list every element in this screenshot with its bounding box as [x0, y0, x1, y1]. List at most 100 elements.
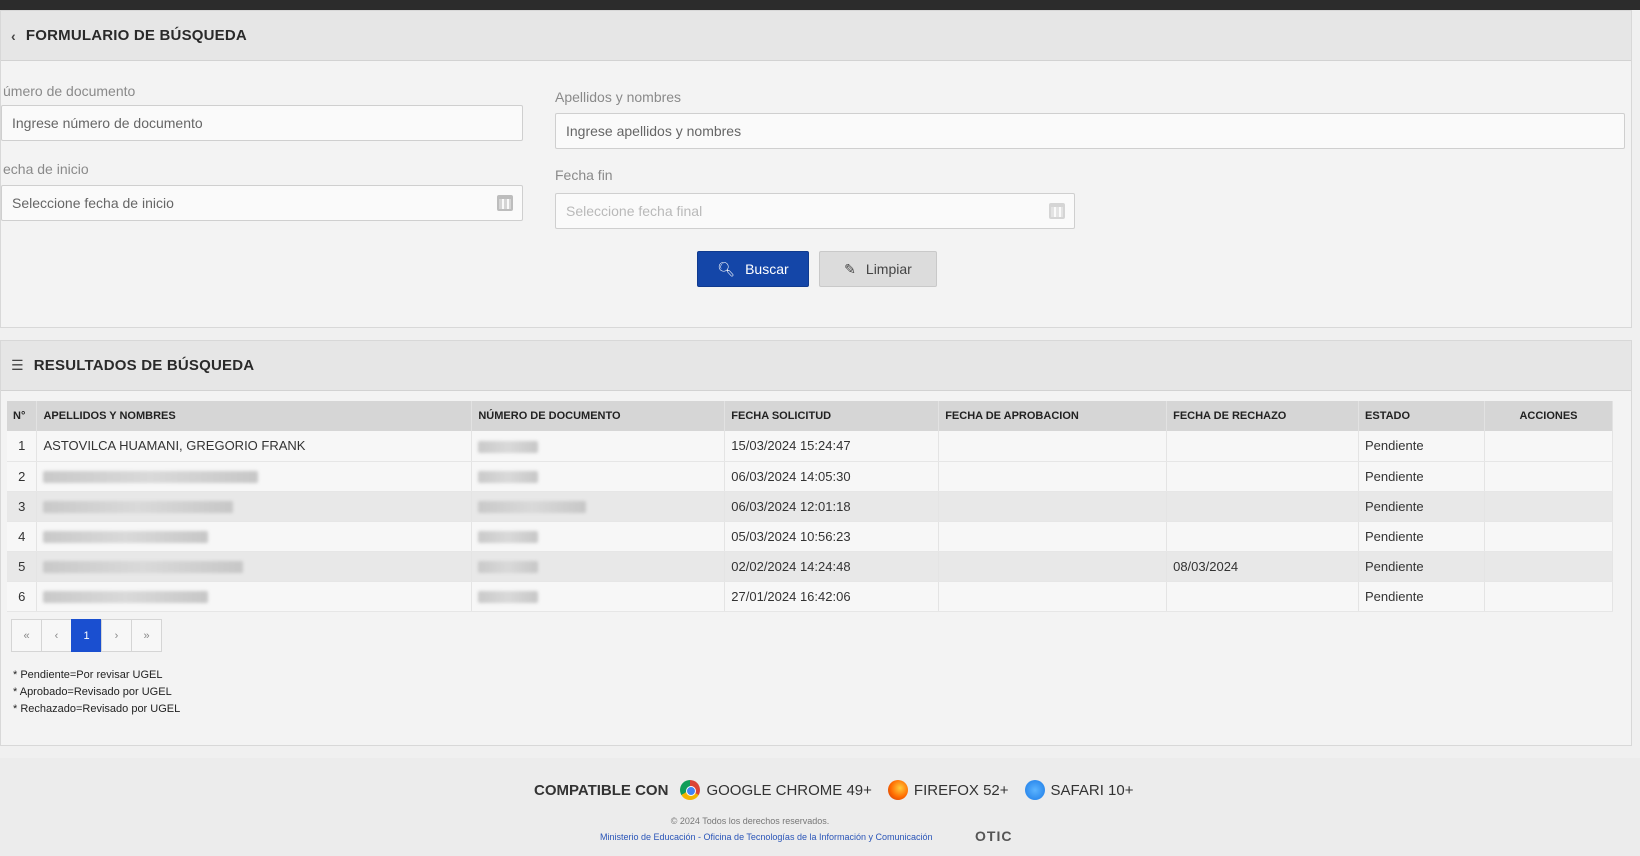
search-form-panel: ‹ FORMULARIO DE BÚSQUEDA úmero de docume… [0, 10, 1632, 328]
cell-rejected [1166, 461, 1360, 492]
table-row: 6 27/01/2024 16:42:06 Pendiente [7, 581, 1614, 612]
cell-approved [938, 551, 1168, 582]
redacted-name [43, 471, 259, 484]
search-form-header: ‹ FORMULARIO DE BÚSQUEDA [1, 11, 1631, 61]
cell-doc [471, 491, 726, 522]
cell-status: Pendiente [1358, 521, 1485, 552]
chevron-left-icon: ‹ [11, 27, 16, 44]
cell-actions[interactable] [1484, 461, 1614, 492]
redacted-name [43, 561, 244, 574]
cell-doc [471, 551, 726, 582]
pagination-page-1[interactable]: 1 [71, 619, 102, 652]
col-header-rejected: FECHA DE RECHAZO [1166, 401, 1360, 431]
cell-name [36, 551, 473, 582]
list-icon: ☰ [11, 357, 24, 373]
results-panel: ☰ RESULTADOS DE BÚSQUEDA N° APELLIDOS Y … [0, 340, 1632, 746]
cell-status: Pendiente [1358, 431, 1485, 462]
col-header-approved: FECHA DE APROBACION [938, 401, 1168, 431]
cell-n: 6 [7, 581, 38, 612]
results-header: ☰ RESULTADOS DE BÚSQUEDA [1, 341, 1631, 391]
col-header-doc: NÚMERO DE DOCUMENTO [471, 401, 726, 431]
pagination-last[interactable]: » [131, 619, 162, 652]
cell-name [36, 581, 473, 612]
cell-status: Pendiente [1358, 551, 1485, 582]
names-label: Apellidos y nombres [555, 89, 682, 105]
browser-chrome: GOOGLE CHROME 49+ [706, 781, 872, 799]
search-form-body: úmero de documento Apellidos y nombres e… [1, 61, 1631, 329]
start-date-label: echa de inicio [3, 161, 89, 177]
clear-button-label: Limpiar [865, 261, 912, 277]
redacted-doc [478, 591, 539, 604]
cell-rejected [1166, 491, 1360, 522]
redacted-name [43, 531, 209, 544]
browser-compatibility: COMPATIBLE CON GOOGLE CHROME 49+ FIREFOX… [534, 780, 1144, 800]
col-header-actions: ACCIONES [1484, 401, 1614, 431]
cell-doc [471, 461, 726, 492]
col-header-status: ESTADO [1358, 401, 1485, 431]
cell-actions[interactable] [1484, 581, 1614, 612]
pagination-first[interactable]: « [11, 619, 42, 652]
firefox-icon [887, 780, 908, 800]
search-button[interactable]: 🔍︎ Buscar [697, 251, 809, 287]
names-input[interactable] [555, 113, 1625, 149]
cell-n: 3 [7, 491, 38, 522]
legend-note: * Rechazado=Revisado por UGEL [13, 703, 181, 715]
redacted-name [43, 591, 209, 604]
table-row: 4 05/03/2024 10:56:23 Pendiente [7, 521, 1614, 552]
end-date-input[interactable] [555, 193, 1075, 229]
table-row: 5 02/02/2024 14:24:48 08/03/2024 Pendien… [7, 551, 1614, 582]
browser-safari: SAFARI 10+ [1050, 781, 1134, 799]
start-date-input[interactable] [1, 185, 523, 221]
search-form-title: FORMULARIO DE BÚSQUEDA [25, 27, 247, 44]
doc-number-input[interactable] [1, 105, 523, 141]
table-header-row: N° APELLIDOS Y NOMBRES NÚMERO DE DOCUMEN… [7, 401, 1614, 431]
cell-doc [471, 521, 726, 552]
cell-doc [471, 431, 726, 462]
redacted-doc [478, 471, 539, 484]
cell-requested: 06/03/2024 12:01:18 [724, 491, 940, 522]
col-header-n: N° [7, 401, 38, 431]
cell-actions[interactable] [1484, 521, 1614, 552]
calendar-icon[interactable] [1049, 203, 1065, 219]
cell-actions[interactable] [1484, 431, 1614, 462]
footer: COMPATIBLE CON GOOGLE CHROME 49+ FIREFOX… [0, 758, 1640, 856]
pagination-prev[interactable]: ‹ [41, 619, 72, 652]
cell-name [36, 491, 473, 522]
cell-requested: 15/03/2024 15:24:47 [724, 431, 940, 462]
cell-approved [938, 431, 1168, 462]
table-row: 2 06/03/2024 14:05:30 Pendiente [7, 461, 1614, 492]
safari-icon [1024, 780, 1045, 800]
cell-requested: 27/01/2024 16:42:06 [724, 581, 940, 612]
cell-actions[interactable] [1484, 551, 1614, 582]
cell-requested: 05/03/2024 10:56:23 [724, 521, 940, 552]
table-row: 3 06/03/2024 12:01:18 Pendiente [7, 491, 1614, 522]
table-row: 1 ASTOVILCA HUAMANI, GREGORIO FRANK 15/0… [7, 431, 1614, 462]
otic-logo: OTIC [975, 828, 1013, 844]
redacted-doc [478, 501, 587, 514]
cell-approved [938, 521, 1168, 552]
col-header-name: APELLIDOS Y NOMBRES [36, 401, 473, 431]
legend-note: * Pendiente=Por revisar UGEL [13, 669, 163, 681]
cell-doc [471, 581, 726, 612]
page: ‹ FORMULARIO DE BÚSQUEDA úmero de docume… [0, 10, 1640, 856]
cell-rejected [1166, 581, 1360, 612]
end-date-label: Fecha fin [555, 167, 613, 183]
search-icon: 🔍︎ [717, 260, 736, 277]
ministry-link[interactable]: Ministerio de Educación - Oficina de Tec… [600, 832, 933, 842]
cell-approved [938, 491, 1168, 522]
cell-name [36, 461, 473, 492]
clear-button[interactable]: ✎ Limpiar [819, 251, 937, 287]
top-bar [0, 0, 1640, 10]
pagination-next[interactable]: › [101, 619, 132, 652]
redacted-doc [478, 440, 539, 453]
results-title: RESULTADOS DE BÚSQUEDA [33, 357, 255, 374]
status-legend: * Pendiente=Por revisar UGEL * Aprobado=… [13, 667, 180, 718]
doc-number-label: úmero de documento [3, 83, 136, 99]
browser-firefox: FIREFOX 52+ [913, 781, 1009, 799]
cell-status: Pendiente [1358, 581, 1485, 612]
cell-n: 4 [7, 521, 38, 552]
cell-n: 1 [7, 431, 38, 462]
legend-note: * Aprobado=Revisado por UGEL [13, 686, 172, 698]
cell-actions[interactable] [1484, 491, 1614, 522]
calendar-icon[interactable] [497, 195, 513, 211]
